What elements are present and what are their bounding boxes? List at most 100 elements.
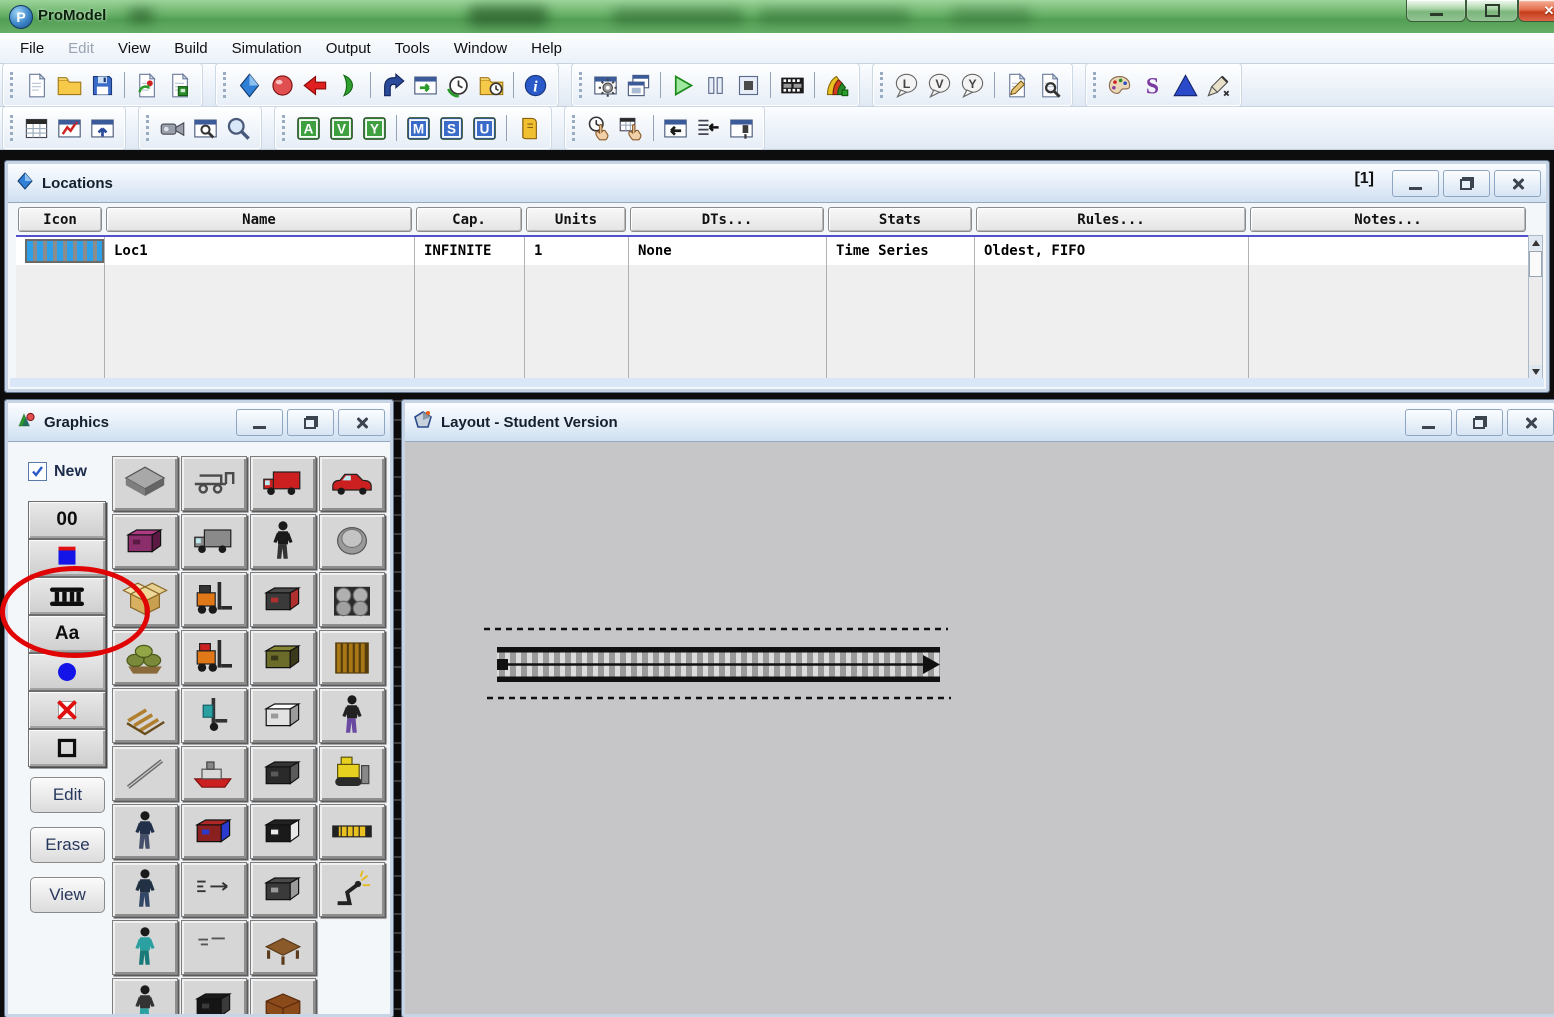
cell-cap[interactable]: INFINITE — [414, 237, 524, 265]
dark-press-icon[interactable] — [250, 746, 316, 801]
red-ball-entities-icon[interactable] — [266, 69, 299, 102]
balloon-y-icon[interactable]: Y — [956, 69, 989, 102]
main-close-button[interactable]: ✕ — [1518, 0, 1554, 22]
cardboard-box-icon[interactable] — [112, 572, 178, 627]
clock-arrows-icon[interactable] — [442, 69, 475, 102]
locations-vertical-scrollbar[interactable] — [1528, 235, 1543, 380]
pause-icon[interactable] — [699, 69, 732, 102]
column-header-name[interactable]: Name — [106, 207, 412, 232]
paint-machine-icon[interactable] — [181, 804, 247, 859]
layout-minimize-button[interactable] — [1405, 409, 1452, 436]
graphics-minimize-button[interactable] — [236, 409, 283, 436]
loaded-forklift-icon[interactable] — [181, 630, 247, 685]
orange-forklift-icon[interactable] — [181, 572, 247, 627]
layout-restore-button[interactable] — [1456, 409, 1503, 436]
welding-robot-icon[interactable] — [319, 862, 385, 917]
gauge-machine-icon[interactable] — [250, 572, 316, 627]
menu-build[interactable]: Build — [162, 35, 219, 62]
toolbar-grip[interactable] — [572, 115, 575, 141]
conveyor-tool[interactable] — [28, 577, 106, 615]
yellow-book-icon[interactable] — [512, 112, 545, 145]
column-header-dts[interactable]: DTs... — [630, 207, 824, 232]
seated-worker-icon[interactable] — [250, 514, 316, 569]
new-checkbox[interactable] — [28, 462, 47, 481]
open-model-icon[interactable] — [53, 69, 86, 102]
stop-icon[interactable] — [732, 69, 765, 102]
merge-model-icon[interactable] — [130, 69, 163, 102]
letter-v-button[interactable]: V — [325, 112, 358, 145]
window-gear-icon[interactable] — [589, 69, 622, 102]
flow-diagram-icon[interactable] — [181, 862, 247, 917]
save-model-icon[interactable] — [86, 69, 119, 102]
cell-stats[interactable]: Time Series — [826, 237, 974, 265]
cell-units[interactable]: 1 — [524, 237, 628, 265]
letter-a-button[interactable]: A — [292, 112, 325, 145]
toolbar-grip[interactable] — [223, 72, 226, 98]
olive-machine-icon[interactable] — [250, 630, 316, 685]
slat-wall-icon[interactable] — [319, 630, 385, 685]
window-back-arrow-icon[interactable] — [659, 112, 692, 145]
menu-tools[interactable]: Tools — [383, 35, 442, 62]
new-model-icon[interactable] — [20, 69, 53, 102]
edit-pencil-icon[interactable] — [1000, 69, 1033, 102]
scroll-down-arrow[interactable] — [1529, 365, 1542, 379]
letter-u-button[interactable]: U — [468, 112, 501, 145]
column-header-units[interactable]: Units — [526, 207, 626, 232]
info-icon[interactable]: i — [519, 69, 552, 102]
play-icon[interactable] — [666, 69, 699, 102]
toolbar-grip[interactable] — [880, 72, 883, 98]
window-zigzag-icon[interactable] — [53, 112, 86, 145]
view-button[interactable]: View — [30, 877, 105, 913]
clock-hand-icon[interactable] — [582, 112, 615, 145]
toolbar-grip[interactable] — [10, 115, 13, 141]
cell-dts[interactable]: None — [628, 237, 826, 265]
red-car-icon[interactable] — [319, 456, 385, 511]
scroll-up-arrow[interactable] — [1529, 236, 1542, 250]
green-sacks-icon[interactable] — [112, 630, 178, 685]
blue-diamond-locations-icon[interactable] — [233, 69, 266, 102]
graphics-maximize-button[interactable] — [287, 409, 334, 436]
work-bench-icon[interactable] — [250, 920, 316, 975]
pen-icon[interactable] — [1202, 69, 1235, 102]
balloon-l-icon[interactable]: L — [890, 69, 923, 102]
menu-output[interactable]: Output — [314, 35, 383, 62]
gauge-tool[interactable] — [28, 539, 106, 577]
blue-triangle-icon[interactable] — [1169, 69, 1202, 102]
drill-press-icon[interactable] — [250, 804, 316, 859]
gray-pickup-icon[interactable] — [181, 514, 247, 569]
cell-name[interactable]: Loc1 — [104, 237, 414, 265]
crouching-worker-icon[interactable] — [112, 978, 178, 1017]
balloon-v-icon[interactable]: V — [923, 69, 956, 102]
window-arrow-arrivals-icon[interactable] — [409, 69, 442, 102]
layout-close-button[interactable] — [1507, 409, 1554, 436]
white-machine-icon[interactable] — [250, 688, 316, 743]
toolbar-grip[interactable] — [579, 72, 582, 98]
column-header-cap[interactable]: Cap. — [416, 207, 522, 232]
red-truck-icon[interactable] — [250, 456, 316, 511]
blue-arrow-processing-icon[interactable] — [376, 69, 409, 102]
conveyor-graphic[interactable] — [477, 618, 977, 710]
main-maximize-button[interactable] — [1466, 0, 1518, 22]
locations-restore-button[interactable] — [1443, 170, 1490, 197]
window-pin-icon[interactable] — [725, 112, 758, 145]
letter-y-button[interactable]: Y — [358, 112, 391, 145]
locations-minimize-button[interactable] — [1392, 170, 1439, 197]
color-chart-icon[interactable] — [820, 69, 853, 102]
cell-icon[interactable] — [16, 237, 104, 265]
scroll-thumb[interactable] — [1529, 251, 1542, 277]
column-header-notes[interactable]: Notes... — [1250, 207, 1526, 232]
wood-pallet-icon[interactable] — [112, 688, 178, 743]
menu-edit[interactable]: Edit — [56, 35, 106, 62]
region-tool[interactable] — [28, 729, 106, 767]
teal-woman-icon[interactable] — [112, 920, 178, 975]
filmstrip-icon[interactable] — [776, 69, 809, 102]
cross-tool[interactable] — [28, 691, 106, 729]
metal-rod-icon[interactable] — [112, 746, 178, 801]
hand-truck-icon[interactable] — [181, 688, 247, 743]
find-document-icon[interactable] — [1033, 69, 1066, 102]
edit-button[interactable]: Edit — [30, 777, 105, 813]
red-cart-icon[interactable] — [181, 746, 247, 801]
menu-simulation[interactable]: Simulation — [220, 35, 314, 62]
worker-blue-icon[interactable] — [112, 862, 178, 917]
standing-worker-icon[interactable] — [112, 804, 178, 859]
